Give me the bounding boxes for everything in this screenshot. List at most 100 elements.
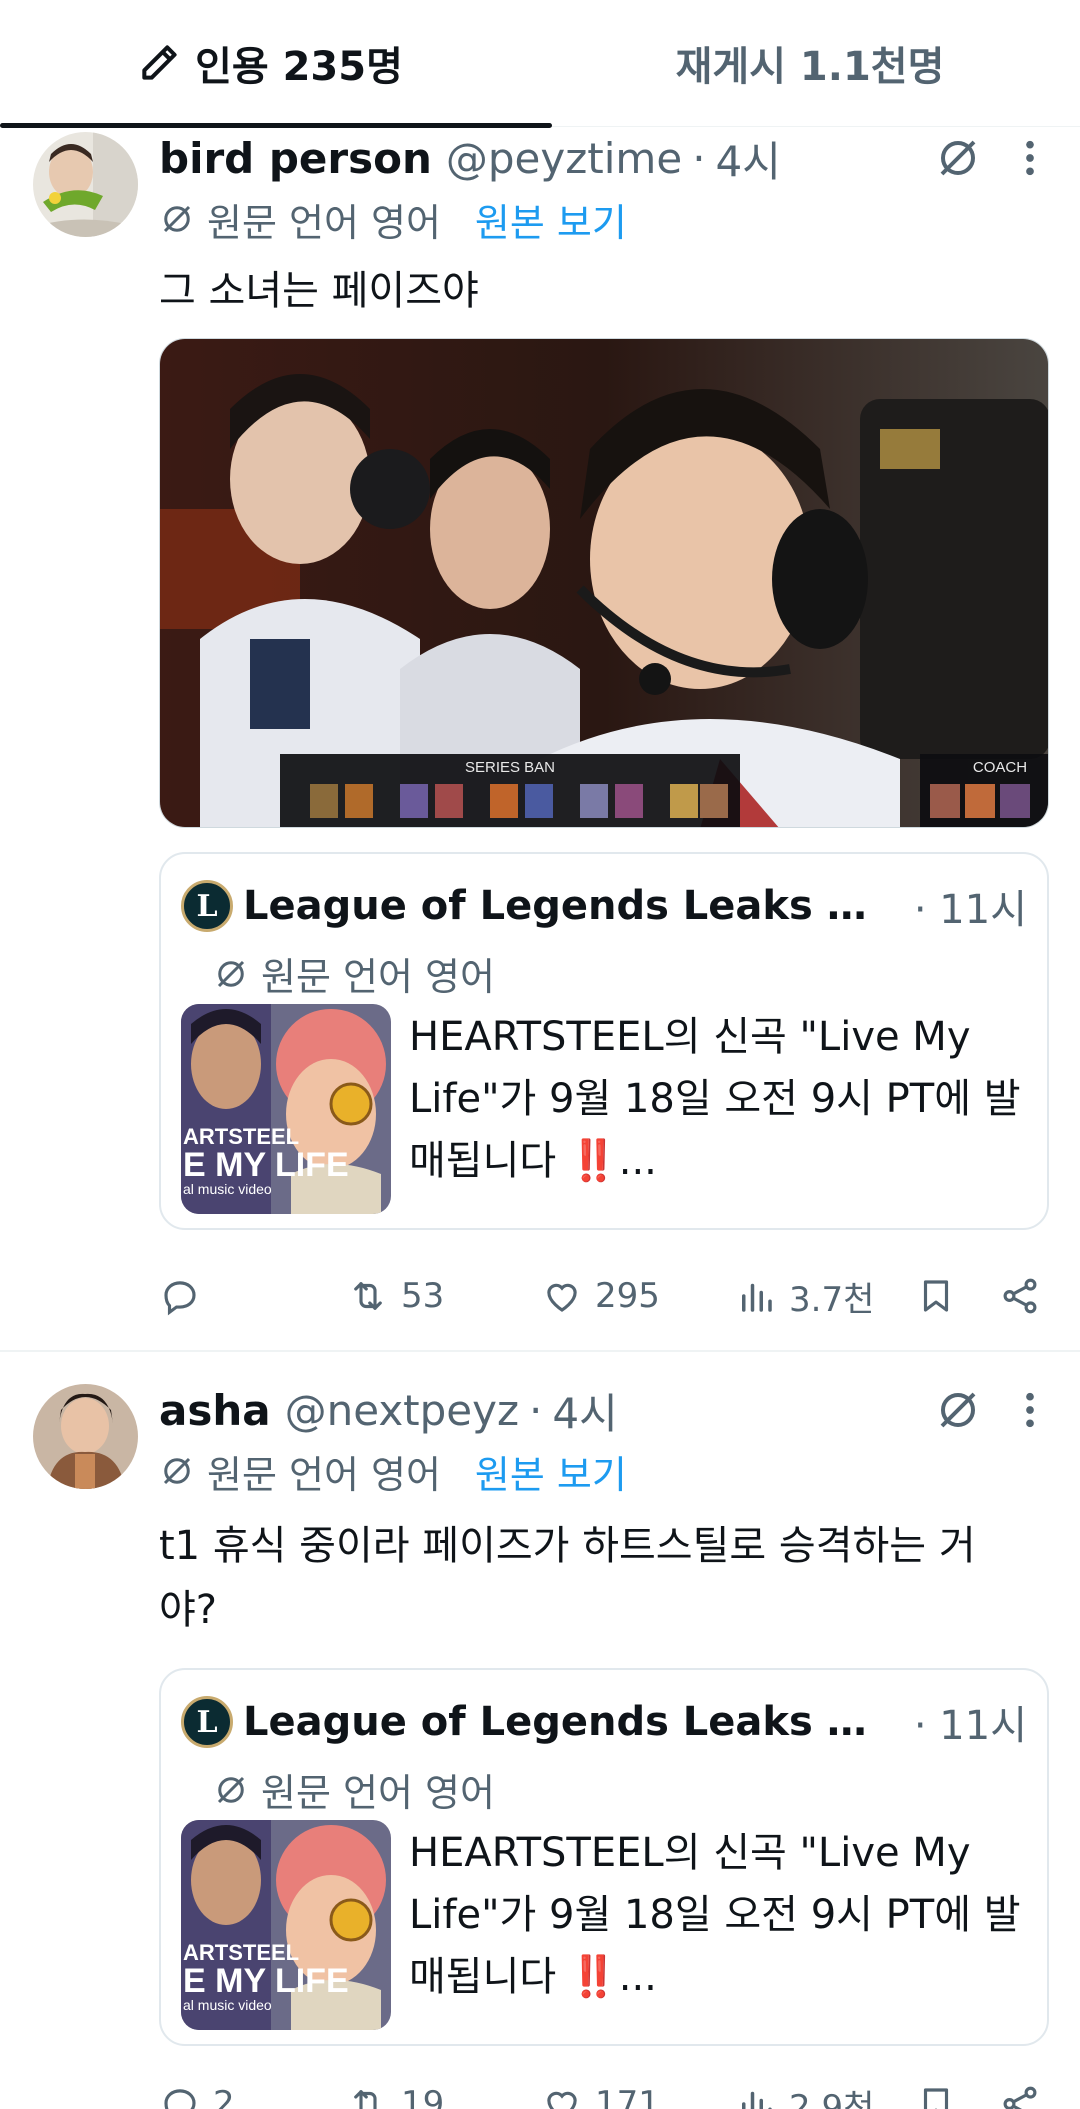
translated-from-label: 원문 언어 영어 xyxy=(207,200,441,245)
quoted-thumbnail: ARTSTEEL E MY LIFE al music video xyxy=(181,1004,391,1214)
quoted-tweet-text: HEARTSTEEL의 신곡 "Live My Life"가 9월 18일 오전… xyxy=(409,1006,1031,1192)
views-count: 3.7천 xyxy=(789,1279,875,1320)
quoted-translated-from-label: 원문 언어 영어 xyxy=(261,1771,495,1815)
quoted-tweet[interactable]: L League of Legends Leaks & ... · 11시 원문… xyxy=(159,852,1049,1230)
double-exclamation-emoji: ‼️ xyxy=(568,1954,619,2000)
show-original-link[interactable]: 원본 보기 xyxy=(475,1444,627,1499)
quote-tabs: 인용 235명 재게시 1.1천명 xyxy=(0,0,1080,128)
like-button[interactable]: 171 xyxy=(541,2074,660,2109)
pencil-icon xyxy=(142,45,177,80)
thumb-text-3: al music video xyxy=(183,1997,272,2013)
translate-icon xyxy=(217,960,245,987)
translate-icon xyxy=(217,1776,245,1803)
repost-icon xyxy=(354,1282,382,1310)
like-button[interactable]: 295 xyxy=(541,1266,660,1326)
double-exclamation-emoji: ‼️ xyxy=(568,1138,619,1184)
quoted-tweet-header: L League of Legends Leaks & ... · 11시 xyxy=(181,878,1027,934)
avatar[interactable] xyxy=(33,132,138,237)
author-handle[interactable]: @peyztime xyxy=(446,134,682,183)
tab-reposts-label: 재게시 1.1천명 xyxy=(675,44,945,90)
like-count: 295 xyxy=(595,1276,660,1316)
repost-button[interactable]: 19 xyxy=(347,2074,444,2109)
tweet-header-icons xyxy=(934,128,1036,188)
reply-button[interactable] xyxy=(159,1266,213,1326)
quoted-tweet[interactable]: L League of Legends Leaks & ... · 11시 원문… xyxy=(159,1668,1049,2046)
series-ban-label: SERIES BAN xyxy=(465,759,555,776)
views-icon xyxy=(742,1283,772,1312)
tweet-time[interactable]: 4시 xyxy=(552,1380,617,1441)
tweet-header-icons xyxy=(934,1380,1036,1440)
tweet-actions: 2 19 171 2.9천 xyxy=(159,2074,1049,2109)
quoted-ellipsis: ... xyxy=(618,1138,657,1184)
quoted-translation-notice: 원문 언어 영어 xyxy=(213,1762,495,1817)
coach-label: COACH xyxy=(973,759,1027,776)
views-count: 2.9천 xyxy=(789,2087,875,2109)
repost-count: 53 xyxy=(401,1276,445,1316)
tweet-image[interactable]: SERIES BAN COACH xyxy=(159,338,1049,828)
tweet-actions: 53 295 3.7천 xyxy=(159,1266,1049,1326)
thumb-text-2: E MY LIFE xyxy=(183,1146,349,1184)
quoted-translation-notice: 원문 언어 영어 xyxy=(213,946,495,1001)
quoted-text-body: HEARTSTEEL의 신곡 "Live My Life"가 9월 18일 오전… xyxy=(409,1014,1021,1184)
reply-icon xyxy=(164,1281,196,1316)
tweet-text: 그 소녀는 페이즈야 xyxy=(159,268,479,314)
thumb-text-2: E MY LIFE xyxy=(183,1962,349,2000)
quoted-translated-from-label: 원문 언어 영어 xyxy=(261,955,495,999)
more-icon[interactable] xyxy=(1024,1390,1036,1430)
author-handle[interactable]: @nextpeyz xyxy=(285,1386,519,1435)
tweet-divider xyxy=(0,1350,1080,1352)
tweet-content: asha @nextpeyz · 4시 원문 언어 영어 원본 보기 t1 휴식… xyxy=(159,1380,1056,2046)
quoted-ellipsis: ... xyxy=(618,1954,657,2000)
views-button[interactable]: 2.9천 xyxy=(735,2074,874,2109)
translate-icon[interactable] xyxy=(934,134,982,182)
separator: · xyxy=(692,133,706,183)
views-button[interactable]: 3.7천 xyxy=(735,1266,874,1326)
share-icon xyxy=(1003,1278,1037,1314)
translation-notice: 원문 언어 영어 원본 보기 xyxy=(159,1442,1056,1500)
reply-button[interactable]: 2 xyxy=(159,2074,235,2109)
show-original-link[interactable]: 원본 보기 xyxy=(475,192,627,247)
translate-icon xyxy=(163,1457,191,1485)
author-name[interactable]: bird person xyxy=(159,134,432,183)
tweet-time[interactable]: 4시 xyxy=(716,128,781,189)
bookmark-icon xyxy=(923,1280,949,1312)
quoted-tweet-text: HEARTSTEEL의 신곡 "Live My Life"가 9월 18일 오전… xyxy=(409,1822,1031,2008)
like-icon xyxy=(547,1283,577,1312)
repost-icon xyxy=(354,2090,377,2109)
reply-icon xyxy=(164,2089,196,2109)
league-logo-icon: L xyxy=(181,1696,233,1748)
quoted-thumbnail: ARTSTEEL E MY LIFE al music video xyxy=(181,1820,391,2030)
separator: · xyxy=(529,1385,543,1435)
thumb-text-3: al music video xyxy=(183,1181,272,1197)
quoted-author-name: League of Legends Leaks & ... xyxy=(243,883,893,929)
tweet-header: asha @nextpeyz · 4시 xyxy=(159,1380,1056,1440)
tab-reposts[interactable]: 재게시 1.1천명 xyxy=(540,0,1080,126)
bookmark-button[interactable] xyxy=(915,2074,957,2109)
quoted-text-body: HEARTSTEEL의 신곡 "Live My Life"가 9월 18일 오전… xyxy=(409,1830,1021,2000)
quoted-tweet-header: L League of Legends Leaks & ... · 11시 xyxy=(181,1694,1027,1750)
share-icon xyxy=(1003,2086,1037,2109)
translated-from-label: 원문 언어 영어 xyxy=(207,1452,441,1497)
translate-icon[interactable] xyxy=(934,1386,982,1434)
tab-quotes[interactable]: 인용 235명 xyxy=(0,0,552,128)
share-button[interactable] xyxy=(999,1266,1041,1326)
repost-count: 19 xyxy=(401,2084,445,2109)
quoted-tweet-time: · 11시 xyxy=(913,1703,1027,1749)
bookmark-button[interactable] xyxy=(915,1266,957,1326)
translate-icon xyxy=(163,205,191,233)
more-icon[interactable] xyxy=(1024,138,1036,178)
quoted-author-name: League of Legends Leaks & ... xyxy=(243,1699,893,1745)
repost-button[interactable]: 53 xyxy=(347,1266,444,1326)
reply-count: 2 xyxy=(213,2084,235,2109)
tweet-content: bird person @peyztime · 4시 원문 언어 영어 원본 보… xyxy=(159,128,1056,1230)
like-count: 171 xyxy=(595,2084,660,2109)
avatar[interactable] xyxy=(33,1384,138,1489)
bookmark-icon xyxy=(923,2088,949,2109)
views-icon xyxy=(742,2091,772,2109)
tweet-text: t1 휴식 중이라 페이즈가 하트스틸로 승격하는 거야? xyxy=(159,1523,976,1633)
translation-notice: 원문 언어 영어 원본 보기 xyxy=(159,190,1056,248)
tweet-header: bird person @peyztime · 4시 xyxy=(159,128,1056,188)
share-button[interactable] xyxy=(999,2074,1041,2109)
like-icon xyxy=(547,2091,577,2109)
author-name[interactable]: asha xyxy=(159,1386,271,1435)
